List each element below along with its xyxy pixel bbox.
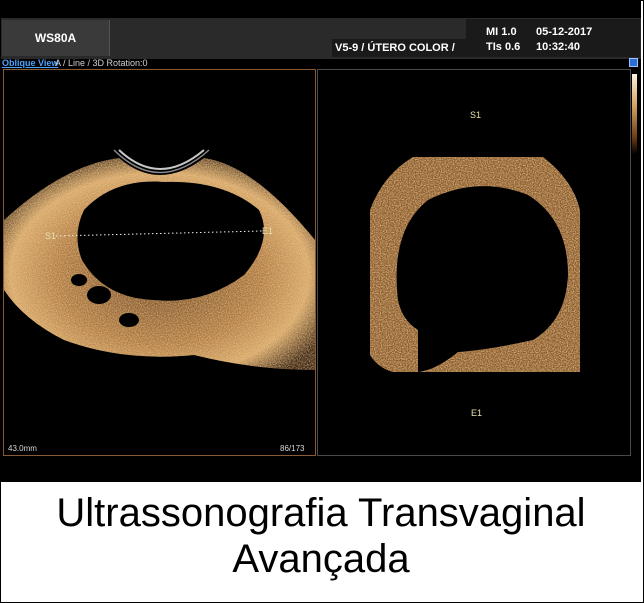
end-marker-right: E1 [471,408,483,418]
view-details: A / Line / 3D Rotation:0 [55,58,148,68]
frame-counter: 86/173 [280,444,305,453]
right-ultrasound-view[interactable]: S1 E1 [317,69,631,456]
left-ultrasound-view[interactable]: S1 E1 43.0mm 86/173 [3,69,316,456]
start-marker-left: S1 [45,231,57,241]
tis-readout: TIs 0.6 [486,41,521,53]
end-marker-left: E1 [262,226,274,236]
caption: Ultrassonografia Transvaginal Avançada [2,490,640,582]
date-readout: 05-12-2017 [536,26,593,38]
mi-readout: MI 1.0 [486,26,517,38]
device-name: WS80A [2,20,110,56]
caption-line-1: Ultrassonografia Transvaginal [56,491,586,535]
time-readout: 10:32:40 [536,41,581,53]
right-scan-image [370,157,580,372]
caption-line-2: Avançada [232,537,410,581]
depth-readout: 43.0mm [8,444,37,453]
start-marker-right: S1 [470,110,482,120]
view-toggle-icon[interactable] [629,58,638,67]
oblique-view-link[interactable]: Oblique View [2,58,58,68]
gain-scale-bar [632,74,637,154]
preset-label: V5-9 / ÚTERO COLOR / [332,39,467,57]
left-scan-image [4,149,315,370]
